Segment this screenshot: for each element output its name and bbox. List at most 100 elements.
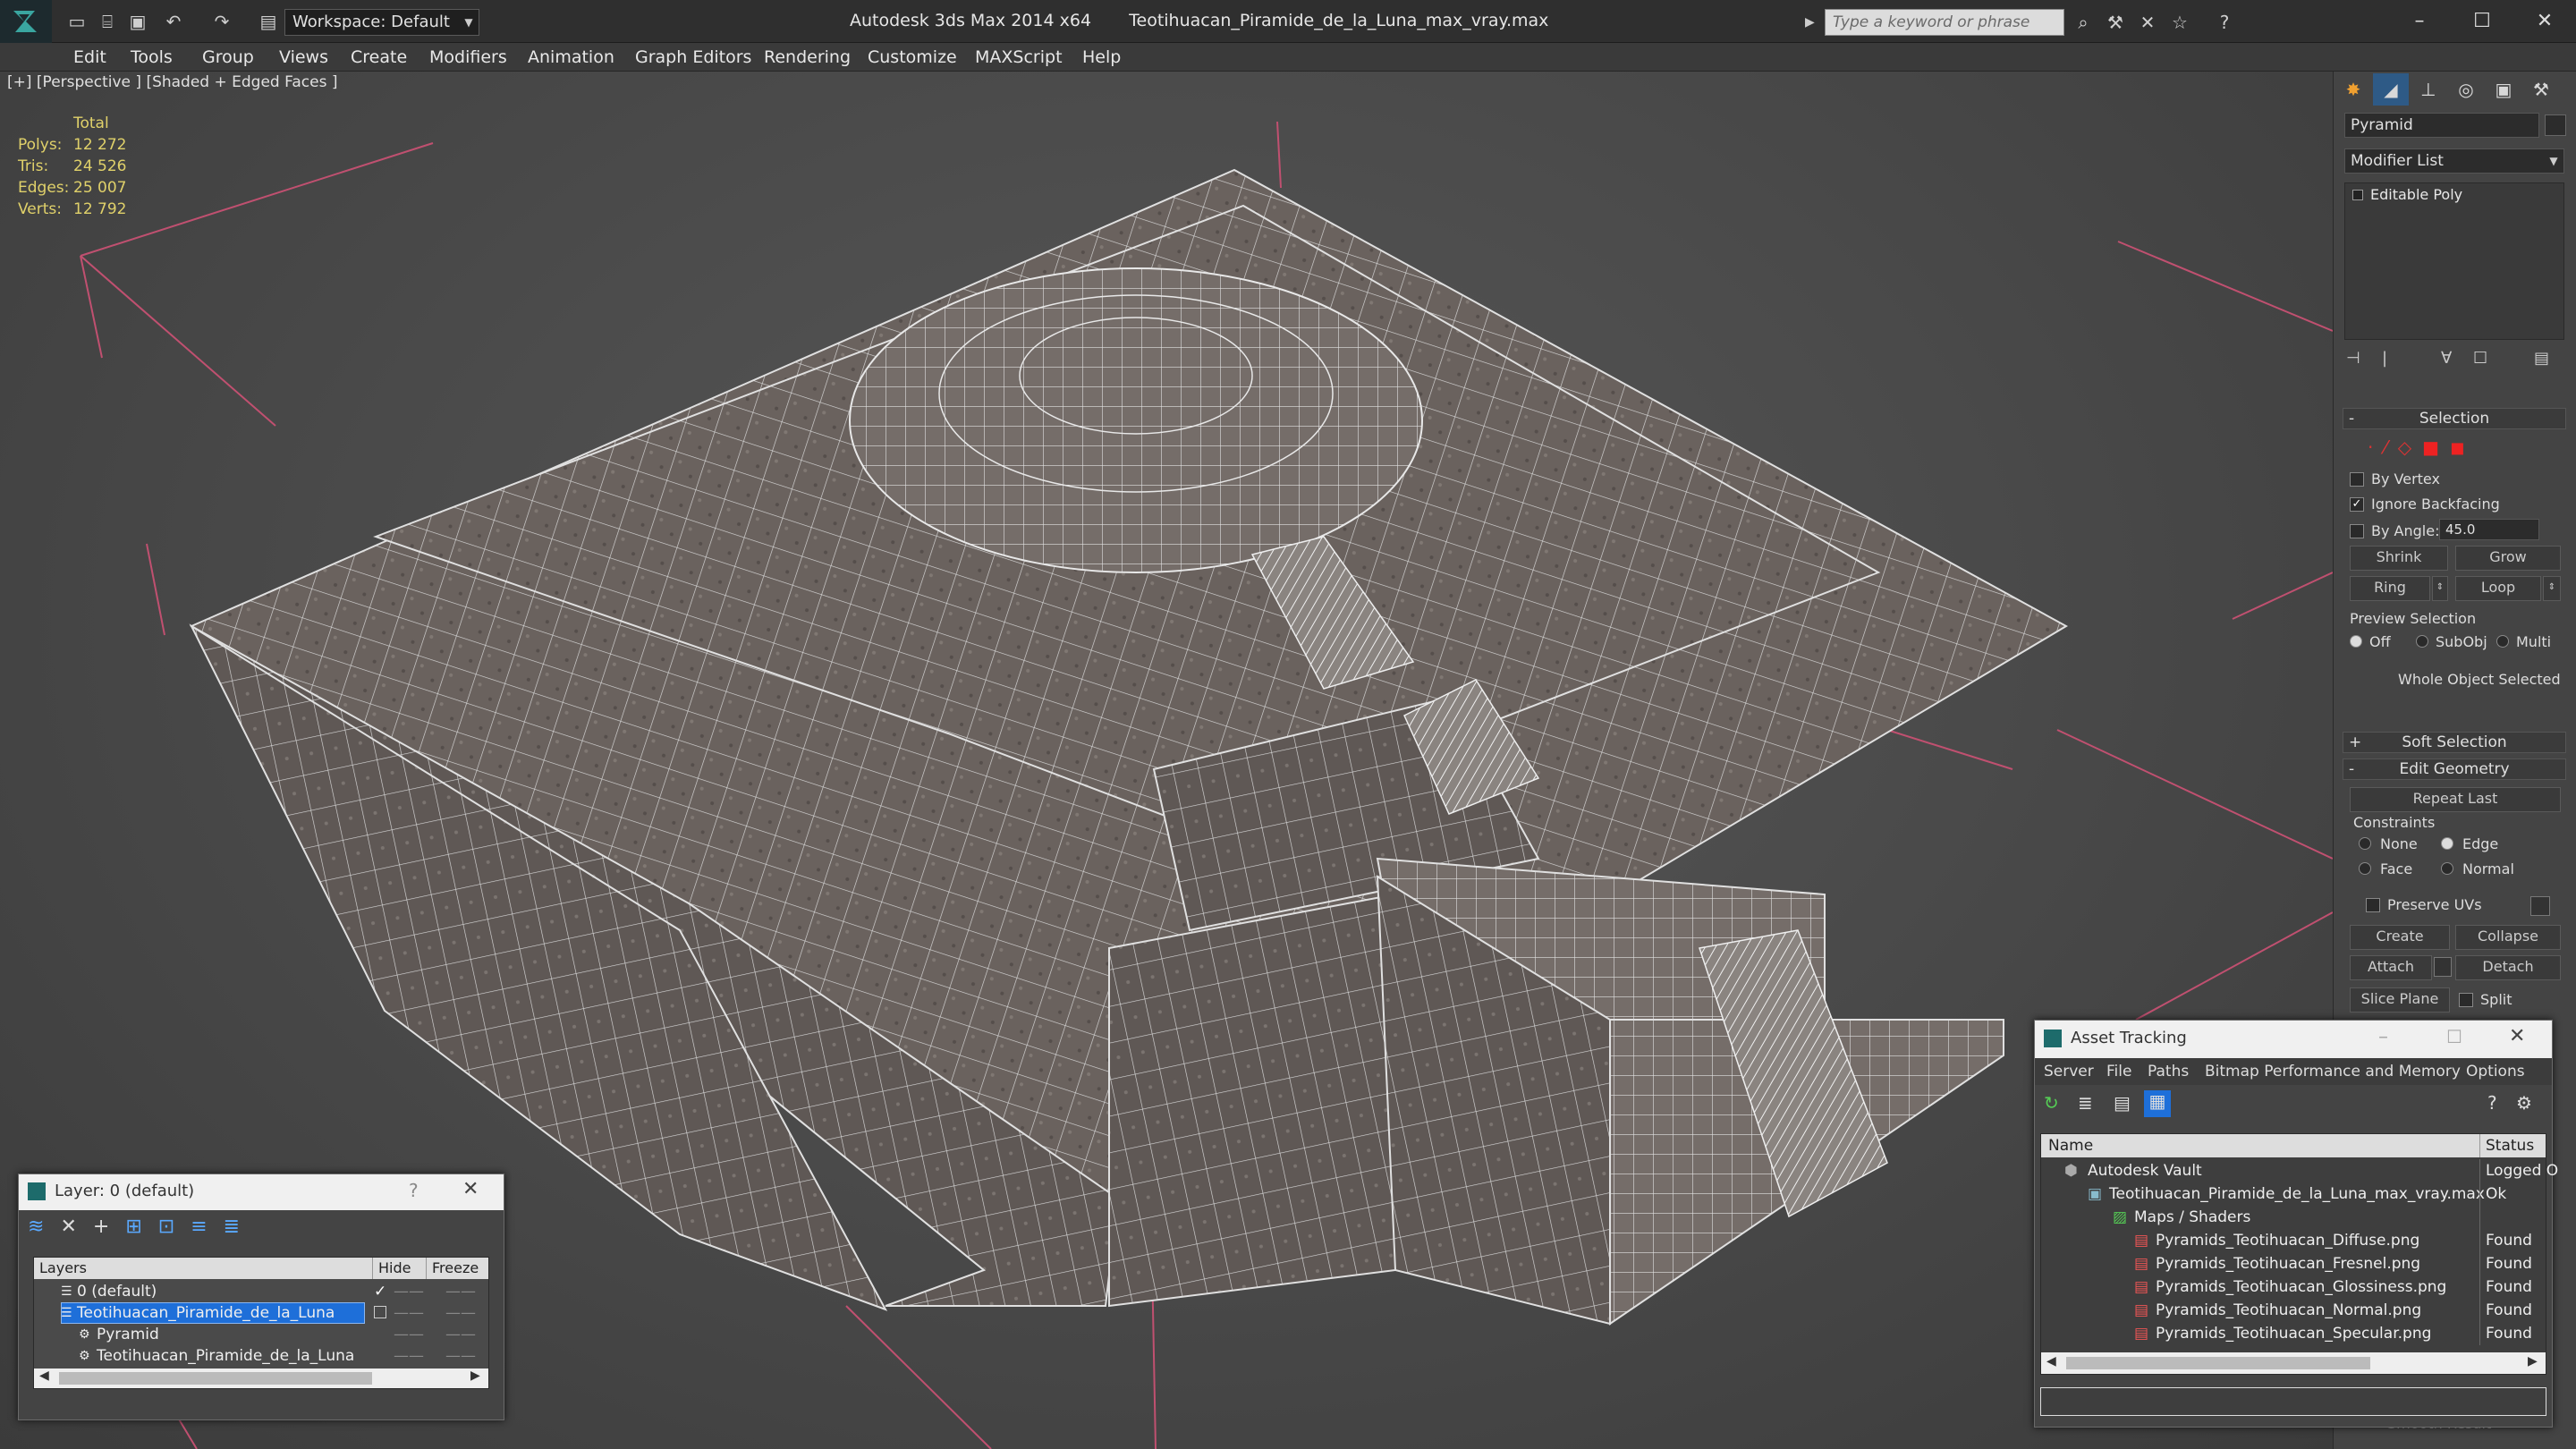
favorite-star-icon[interactable]: ☆: [2165, 9, 2195, 36]
scroll-left-icon[interactable]: ◀: [39, 1368, 49, 1383]
exchange-icon[interactable]: ✕: [2132, 9, 2163, 36]
freeze-toggle[interactable]: ——: [445, 1324, 476, 1345]
hide-toggle[interactable]: ——: [394, 1302, 424, 1324]
asset-row[interactable]: ▤ Pyramids_Teotihuacan_Fresnel.png Found: [2041, 1252, 2551, 1275]
app-logo-icon[interactable]: [0, 0, 52, 43]
open-file-icon[interactable]: ⌸: [95, 9, 120, 34]
split-checkbox[interactable]: [2459, 993, 2473, 1007]
help-icon[interactable]: ?: [2487, 1092, 2497, 1114]
asset-row[interactable]: ▤ Pyramids_Teotihuacan_Glossiness.png Fo…: [2041, 1275, 2551, 1299]
asset-menu-server[interactable]: Server: [2044, 1058, 2094, 1085]
highlight-layer-icon[interactable]: ⊡: [158, 1216, 191, 1238]
table-view-icon[interactable]: ▦: [2144, 1090, 2171, 1117]
search-input[interactable]: Type a keyword or phrase: [1825, 9, 2064, 36]
attach-list-icon[interactable]: [2434, 957, 2452, 977]
layer-dialog-titlebar[interactable]: Layer: 0 (default) ? ✕: [19, 1174, 504, 1210]
object-row[interactable]: ⚙ Pyramid —— ——: [34, 1324, 490, 1345]
menu-create[interactable]: Create: [351, 43, 407, 72]
remove-modifier-icon[interactable]: ☐: [2473, 349, 2487, 368]
menu-graph-editors[interactable]: Graph Editors: [635, 43, 751, 72]
freeze-toggle[interactable]: ——: [445, 1302, 476, 1324]
horizontal-scrollbar[interactable]: ◀ ▶: [34, 1368, 488, 1388]
column-layers[interactable]: Layers: [39, 1258, 87, 1279]
search-expand-icon[interactable]: ▶: [1805, 13, 1821, 32]
menu-customize[interactable]: Customize: [868, 43, 957, 72]
menu-edit[interactable]: Edit: [73, 43, 106, 72]
modifier-list-dropdown[interactable]: Modifier List: [2344, 148, 2564, 174]
stack-item-editable-poly[interactable]: Editable Poly: [2349, 185, 2560, 205]
preserve-uvs-checkbox[interactable]: [2366, 898, 2380, 912]
ring-button[interactable]: Ring: [2350, 576, 2430, 601]
community-icon[interactable]: ⚒: [2100, 9, 2131, 36]
selection-rollout-header[interactable]: - Selection: [2343, 408, 2566, 429]
settings-icon[interactable]: ⚙: [2516, 1092, 2532, 1114]
asset-menu-bitmap[interactable]: Bitmap Performance and Memory: [2205, 1058, 2461, 1085]
column-status[interactable]: Status: [2479, 1134, 2534, 1157]
loop-button[interactable]: Loop: [2455, 576, 2541, 601]
menu-help[interactable]: Help: [1082, 43, 1121, 72]
scroll-right-icon[interactable]: ▶: [2528, 1354, 2538, 1368]
workspace-dropdown[interactable]: Workspace: Default: [284, 9, 479, 36]
collapse-button[interactable]: Collapse: [2455, 925, 2561, 950]
asset-menu-options[interactable]: Options: [2466, 1058, 2525, 1085]
layer-row-selected[interactable]: ☰ Teotihuacan_Piramide_de_la_Luna —— ——: [34, 1302, 490, 1324]
hide-toggle[interactable]: ——: [394, 1324, 424, 1345]
column-freeze[interactable]: Freeze: [426, 1258, 479, 1279]
column-name[interactable]: Name: [2048, 1134, 2093, 1157]
freeze-all-icon[interactable]: ≣: [224, 1216, 256, 1238]
chevron-down-icon[interactable]: ▼: [2545, 152, 2563, 170]
by-angle-input[interactable]: 45.0: [2439, 519, 2539, 540]
asset-row[interactable]: ▤ Pyramids_Teotihuacan_Specular.png Foun…: [2041, 1322, 2551, 1345]
constraint-none-radio[interactable]: [2359, 837, 2371, 850]
list-view-icon[interactable]: ≣: [2078, 1092, 2093, 1114]
scroll-left-icon[interactable]: ◀: [2046, 1354, 2056, 1368]
show-end-result-icon[interactable]: |: [2382, 349, 2387, 368]
menu-group[interactable]: Group: [202, 43, 254, 72]
constraint-face-radio[interactable]: [2359, 862, 2371, 875]
menu-rendering[interactable]: Rendering: [764, 43, 851, 72]
preview-off-radio[interactable]: [2350, 635, 2362, 648]
scroll-right-icon[interactable]: ▶: [470, 1368, 480, 1383]
preview-subobj-radio[interactable]: [2416, 635, 2428, 648]
maximize-icon[interactable]: ☐: [2446, 1026, 2462, 1047]
viewport-label[interactable]: [+] [Perspective ] [Shaded + Edged Faces…: [7, 73, 337, 91]
select-objects-icon[interactable]: ⊞: [125, 1216, 157, 1238]
configure-sets-icon[interactable]: ▤: [2534, 349, 2549, 368]
new-file-icon[interactable]: ▭: [64, 9, 89, 34]
asset-row[interactable]: ▤ Pyramids_Teotihuacan_Diffuse.png Found: [2041, 1229, 2551, 1252]
asset-row[interactable]: ▣ Teotihuacan_Piramide_de_la_Luna_max_vr…: [2041, 1182, 2551, 1206]
detail-view-icon[interactable]: ▤: [2114, 1092, 2131, 1114]
constraint-normal-radio[interactable]: [2441, 862, 2453, 875]
hierarchy-tab-icon[interactable]: ⊥: [2411, 73, 2446, 106]
subobject-level-icons[interactable]: ·⁄◇■◼: [2368, 436, 2476, 458]
active-layer-check-icon[interactable]: ✓: [374, 1281, 386, 1302]
hide-toggle[interactable]: ——: [394, 1345, 424, 1367]
help-icon[interactable]: ?: [409, 1180, 419, 1201]
save-icon[interactable]: ▣: [125, 9, 150, 34]
make-active-toggle[interactable]: [374, 1306, 386, 1318]
undo-icon[interactable]: ↶: [161, 9, 186, 34]
object-name-field[interactable]: Pyramid: [2344, 113, 2539, 138]
edit-geometry-rollout-header[interactable]: - Edit Geometry: [2343, 758, 2566, 780]
utilities-tab-icon[interactable]: ⚒: [2523, 73, 2559, 106]
loop-spinner[interactable]: ⇕: [2543, 576, 2561, 601]
freeze-toggle[interactable]: ——: [445, 1345, 476, 1367]
menu-modifiers[interactable]: Modifiers: [429, 43, 507, 72]
preserve-uvs-settings-icon[interactable]: [2530, 896, 2550, 916]
menu-tools[interactable]: Tools: [131, 43, 173, 72]
asset-dialog-titlebar[interactable]: Asset Tracking – ☐ ✕: [2035, 1021, 2552, 1058]
asset-path-field[interactable]: [2040, 1387, 2546, 1416]
maximize-icon[interactable]: ☐: [2451, 4, 2513, 39]
project-folder-icon[interactable]: ▤: [256, 9, 281, 34]
repeat-last-button[interactable]: Repeat Last: [2350, 787, 2561, 812]
hide-toggle[interactable]: ——: [394, 1281, 424, 1302]
refresh-icon[interactable]: ↻: [2044, 1092, 2059, 1114]
column-hide[interactable]: Hide: [372, 1258, 411, 1279]
freeze-toggle[interactable]: ——: [445, 1281, 476, 1302]
detach-button[interactable]: Detach: [2455, 955, 2561, 980]
grow-button[interactable]: Grow: [2455, 546, 2561, 571]
display-tab-icon[interactable]: ▣: [2486, 73, 2521, 106]
chevron-down-icon[interactable]: ▼: [458, 9, 479, 36]
asset-row[interactable]: ▤ Pyramids_Teotihuacan_Normal.png Found: [2041, 1299, 2551, 1322]
modify-tab-icon[interactable]: ◢: [2373, 73, 2409, 106]
